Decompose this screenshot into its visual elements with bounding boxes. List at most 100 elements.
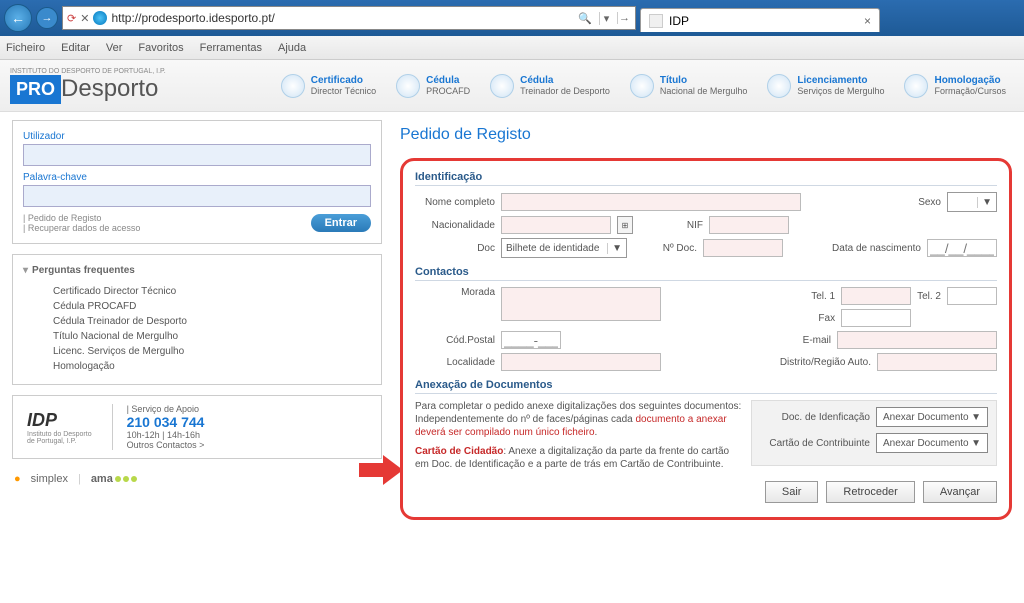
menu-ajuda[interactable]: Ajuda bbox=[278, 42, 306, 54]
password-input[interactable] bbox=[23, 185, 371, 207]
nome-input[interactable] bbox=[501, 193, 801, 211]
sexo-select[interactable]: ▼ bbox=[947, 192, 997, 212]
distrito-input[interactable] bbox=[877, 353, 997, 371]
idp-logo: IDP Instituto do Desporto de Portugal, I… bbox=[27, 410, 92, 445]
chevron-down-icon: ▼ bbox=[977, 197, 992, 208]
nav-homologacao[interactable]: HomologaçãoFormação/Cursos bbox=[896, 70, 1014, 102]
link-pedido-registo[interactable]: | Pedido de Registo bbox=[23, 213, 140, 223]
link-recuperar[interactable]: | Recuperar dados de acesso bbox=[23, 223, 140, 233]
faq-title: Perguntas frequentes bbox=[32, 265, 135, 276]
url-text[interactable]: http://prodesporto.idesporto.pt/ bbox=[111, 11, 571, 25]
section-contactos: Contactos bbox=[415, 266, 997, 281]
label-sexo: Sexo bbox=[918, 197, 941, 208]
logo-subtitle: INSTITUTO DO DESPORTO DE PORTUGAL, I.P. bbox=[10, 68, 166, 75]
sidebar: Utilizador Palavra-chave | Pedido de Reg… bbox=[12, 120, 382, 520]
partner-ama: ama bbox=[91, 473, 113, 485]
logo-pro: PRO bbox=[10, 75, 61, 104]
chevron-down-icon: ▼ bbox=[971, 438, 981, 449]
morada-input[interactable] bbox=[501, 287, 661, 321]
dnasc-input[interactable] bbox=[927, 239, 997, 257]
label-ndoc: Nº Doc. bbox=[643, 243, 697, 254]
go-icon[interactable]: → bbox=[617, 12, 631, 24]
collapse-icon[interactable]: ▾ bbox=[23, 265, 28, 276]
ama-dot-icon bbox=[123, 476, 129, 482]
label-fax: Fax bbox=[781, 313, 835, 324]
retroceder-button[interactable]: Retroceder bbox=[826, 481, 914, 503]
ama-dot-icon bbox=[131, 476, 137, 482]
nif-input[interactable] bbox=[709, 216, 789, 234]
label-morada: Morada bbox=[415, 287, 495, 298]
nav-licenciamento[interactable]: LicenciamentoServiços de Mergulho bbox=[759, 70, 892, 102]
faq-item[interactable]: Certificado Director Técnico bbox=[53, 284, 371, 299]
url-dropdown-icon[interactable]: ▾ bbox=[599, 12, 613, 25]
site-header: INSTITUTO DO DESPORTO DE PORTUGAL, I.P. … bbox=[0, 60, 1024, 112]
nav-cedula-procafd[interactable]: CédulaPROCAFD bbox=[388, 70, 478, 102]
tel1-input[interactable] bbox=[841, 287, 911, 305]
support-more-link[interactable]: Outros Contactos > bbox=[127, 440, 205, 450]
menu-ferramentas[interactable]: Ferramentas bbox=[200, 42, 262, 54]
cpostal-input[interactable] bbox=[501, 331, 561, 349]
faq-box: ▾ Perguntas frequentes Certificado Direct… bbox=[12, 254, 382, 385]
address-bar[interactable]: ⟳ ✕ http://prodesporto.idesporto.pt/ 🔍 ▾… bbox=[62, 6, 636, 30]
fax-input[interactable] bbox=[841, 309, 911, 327]
username-input[interactable] bbox=[23, 144, 371, 166]
localidade-input[interactable] bbox=[501, 353, 661, 371]
logo-desporto: Desporto bbox=[61, 75, 158, 103]
support-title: | Serviço de Apoio bbox=[127, 404, 205, 414]
nav-cedula-treinador[interactable]: CédulaTreinador de Desporto bbox=[482, 70, 618, 102]
page-content: Utilizador Palavra-chave | Pedido de Reg… bbox=[0, 112, 1024, 528]
tab-title: IDP bbox=[669, 14, 689, 28]
attach-panel: Doc. de Idenficação Anexar Documento▼ Ca… bbox=[751, 400, 997, 466]
label-doc-ident: Doc. de Idenficação bbox=[760, 412, 870, 423]
label-distrito: Distrito/Região Auto. bbox=[780, 357, 871, 368]
nav-icon bbox=[904, 74, 928, 98]
label-nome: Nome completo bbox=[415, 197, 495, 208]
label-cartao: Cartão de Contribuinte bbox=[760, 438, 870, 449]
anexar-cartao-button[interactable]: Anexar Documento▼ bbox=[876, 433, 988, 453]
search-icon[interactable]: 🔍 bbox=[575, 12, 595, 25]
email-input[interactable] bbox=[837, 331, 997, 349]
nav-titulo-mergulho[interactable]: TítuloNacional de Mergulho bbox=[622, 70, 756, 102]
close-icon[interactable]: × bbox=[864, 14, 871, 28]
stop-icon[interactable]: ✕ bbox=[80, 12, 89, 25]
menu-favoritos[interactable]: Favoritos bbox=[138, 42, 183, 54]
forward-button[interactable]: → bbox=[36, 7, 58, 29]
label-dnasc: Data de nascimento bbox=[832, 243, 921, 254]
menu-ver[interactable]: Ver bbox=[106, 42, 123, 54]
faq-item[interactable]: Título Nacional de Mergulho bbox=[53, 329, 371, 344]
back-button[interactable]: ← bbox=[4, 4, 32, 32]
sair-button[interactable]: Sair bbox=[765, 481, 819, 503]
nav-certificado[interactable]: CertificadoDirector Técnico bbox=[273, 70, 384, 102]
menu-editar[interactable]: Editar bbox=[61, 42, 90, 54]
partners-bar: ● simplex | ama bbox=[12, 469, 382, 489]
label-localidade: Localidade bbox=[415, 357, 495, 368]
lookup-icon[interactable]: ⊞ bbox=[617, 216, 633, 234]
tel2-input[interactable] bbox=[947, 287, 997, 305]
chevron-down-icon: ▼ bbox=[607, 243, 622, 254]
browser-toolbar: ← → ⟳ ✕ http://prodesporto.idesporto.pt/… bbox=[0, 0, 1024, 36]
nacionalidade-input[interactable] bbox=[501, 216, 611, 234]
site-logo[interactable]: INSTITUTO DO DESPORTO DE PORTUGAL, I.P. … bbox=[10, 68, 166, 104]
avancar-button[interactable]: Avançar bbox=[923, 481, 997, 503]
menu-bar: Ficheiro Editar Ver Favoritos Ferramenta… bbox=[0, 36, 1024, 60]
form-frame: Identificação Nome completo Sexo ▼ Nacio… bbox=[400, 158, 1012, 520]
browser-tab[interactable]: IDP × bbox=[640, 8, 880, 32]
faq-item[interactable]: Cédula PROCAFD bbox=[53, 299, 371, 314]
faq-item[interactable]: Cédula Treinador de Desporto bbox=[53, 314, 371, 329]
ndoc-input[interactable] bbox=[703, 239, 783, 257]
label-nacionalidade: Nacionalidade bbox=[415, 220, 495, 231]
doc-select[interactable]: Bilhete de identidade▼ bbox=[501, 238, 627, 258]
nav-icon bbox=[396, 74, 420, 98]
partner-dot-icon: ● bbox=[14, 473, 21, 485]
ama-dot-icon bbox=[115, 476, 121, 482]
anexar-doc-ident-button[interactable]: Anexar Documento▼ bbox=[876, 407, 988, 427]
label-cpostal: Cód.Postal bbox=[415, 335, 495, 346]
page-title: Pedido de Registo bbox=[400, 126, 1012, 144]
menu-ficheiro[interactable]: Ficheiro bbox=[6, 42, 45, 54]
entrar-button[interactable]: Entrar bbox=[311, 214, 371, 232]
faq-item[interactable]: Homologação bbox=[53, 359, 371, 374]
callout-arrow-icon bbox=[359, 455, 403, 485]
faq-item[interactable]: Licenc. Serviços de Mergulho bbox=[53, 344, 371, 359]
reload-icon[interactable]: ⟳ bbox=[67, 12, 76, 25]
pass-label: Palavra-chave bbox=[23, 172, 371, 183]
